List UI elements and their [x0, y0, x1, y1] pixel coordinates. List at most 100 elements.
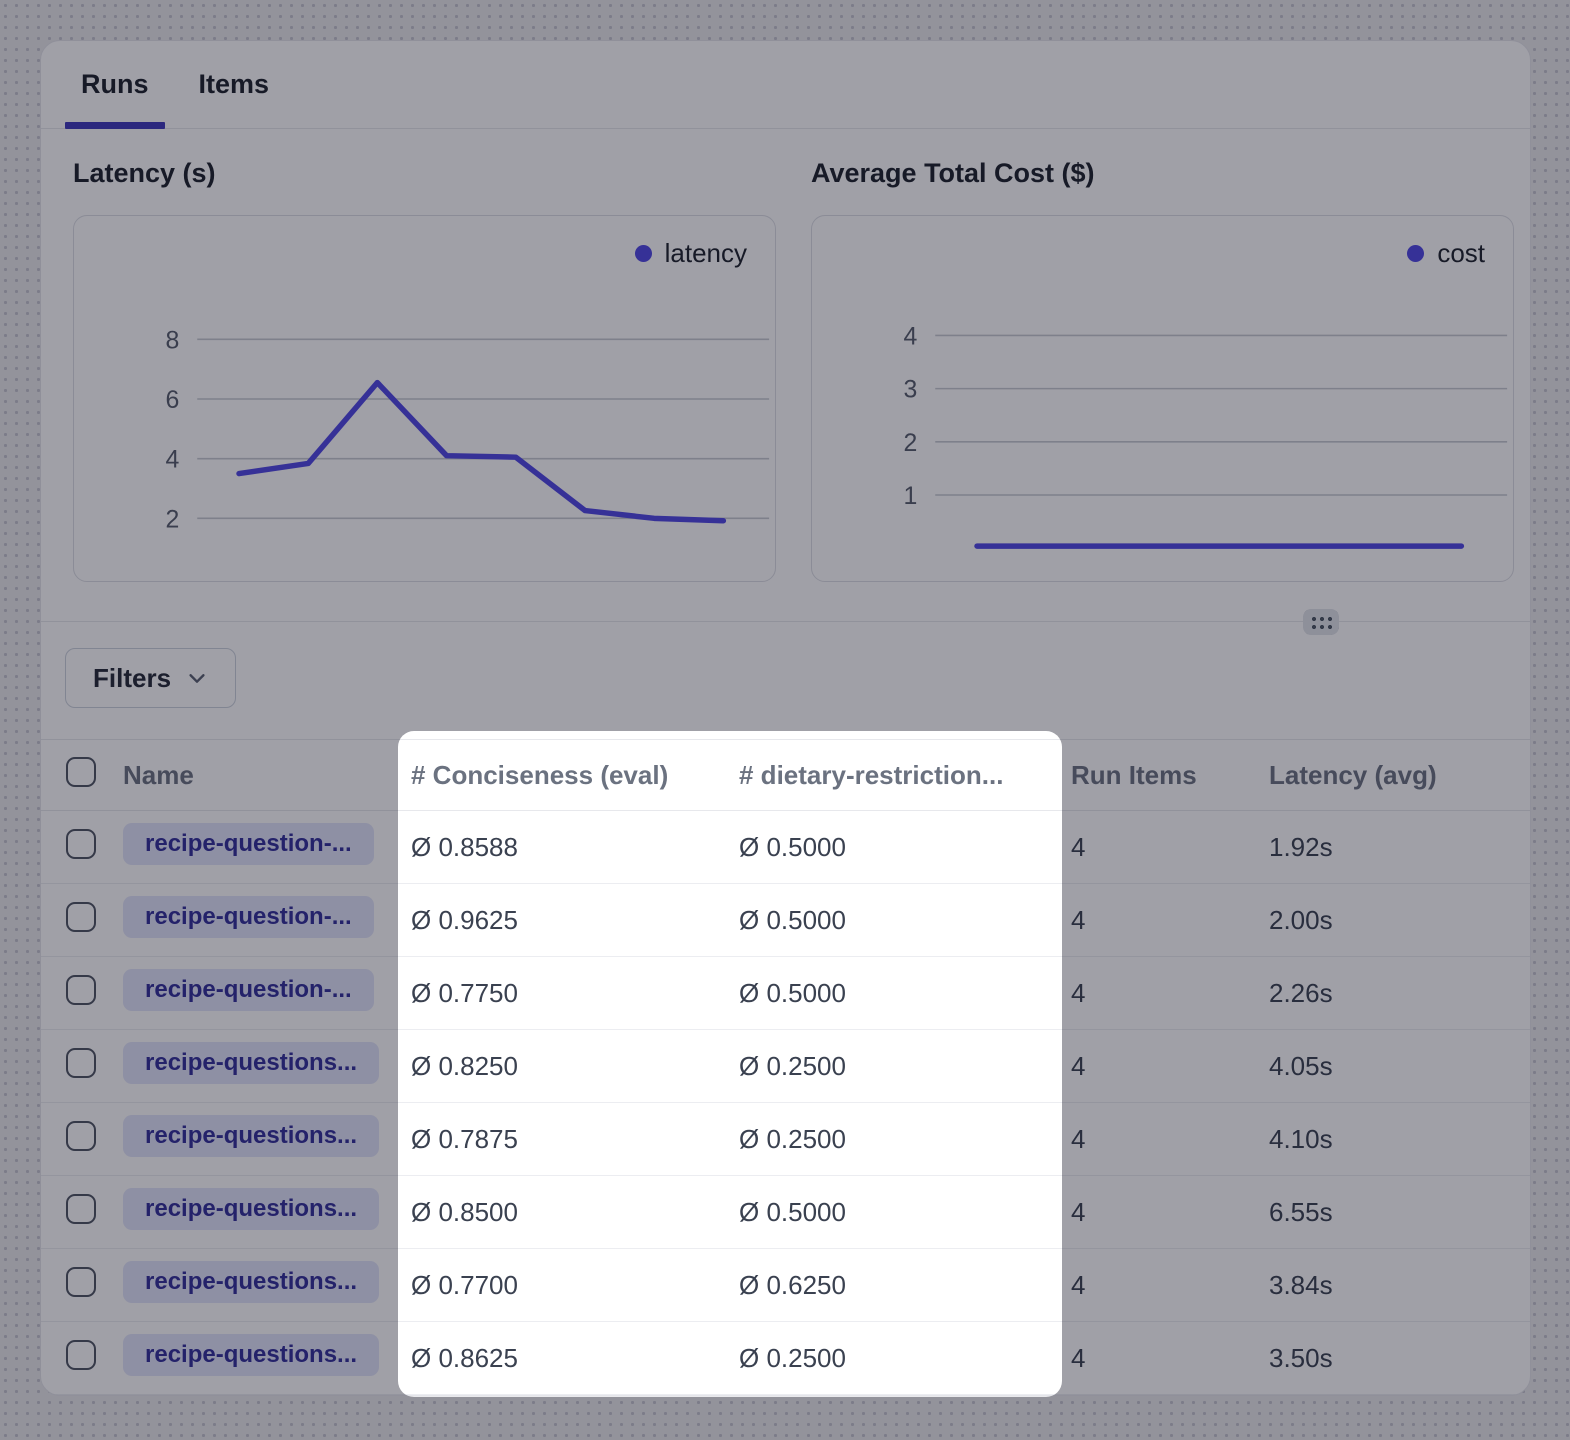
row-checkbox[interactable]: [66, 1267, 96, 1297]
latency-avg-value: 3.84s: [1269, 1270, 1530, 1301]
latency-avg-value: 6.55s: [1269, 1197, 1530, 1228]
cost-chart-block: Average Total Cost ($) 1 2 3 4 cost: [811, 129, 1514, 582]
svg-text:2: 2: [166, 505, 180, 533]
latency-chart-title: Latency (s): [73, 155, 776, 191]
svg-text:3: 3: [904, 376, 918, 404]
tab-items-label: Items: [199, 69, 270, 100]
dietary-restriction-value: Ø 0.5000: [739, 905, 1071, 936]
run-name-badge[interactable]: recipe-question-...: [123, 896, 374, 938]
table-row[interactable]: recipe-question-... Ø 0.8588Ø 0.500041.92…: [41, 811, 1530, 884]
conciseness-value: Ø 0.7750: [411, 978, 739, 1009]
table-row[interactable]: recipe-questions... Ø 0.7700Ø 0.625043.84…: [41, 1249, 1530, 1322]
active-tab-underline: [65, 122, 165, 129]
conciseness-value: Ø 0.9625: [411, 905, 739, 936]
row-checkbox[interactable]: [66, 902, 96, 932]
latency-avg-value: 4.10s: [1269, 1124, 1530, 1155]
svg-text:2: 2: [904, 429, 918, 457]
cost-chart-title: Average Total Cost ($): [811, 155, 1514, 191]
run-items-value: 4: [1071, 832, 1269, 863]
cost-chart: 1 2 3 4 cost: [811, 215, 1514, 582]
latency-legend: latency: [635, 238, 747, 269]
runs-panel: Runs Items Latency (s) 2 4 6 8 latency: [40, 40, 1531, 1396]
filters-button[interactable]: Filters: [65, 648, 236, 708]
table-row[interactable]: recipe-questions...Ø 0.8500Ø 0.500046.55…: [41, 1176, 1530, 1249]
row-checkbox[interactable]: [66, 1048, 96, 1078]
svg-text:4: 4: [904, 322, 918, 350]
dietary-restriction-value: Ø 0.2500: [739, 1343, 1071, 1374]
select-all-checkbox[interactable]: [66, 757, 96, 787]
conciseness-value: Ø 0.8250: [411, 1051, 739, 1082]
conciseness-value: Ø 0.8588: [411, 832, 739, 863]
filters-row: Filters: [41, 622, 1530, 708]
run-name-badge[interactable]: recipe-question-...: [123, 969, 374, 1011]
dietary-restriction-value: Ø 0.6250: [739, 1270, 1071, 1301]
conciseness-value: Ø 0.8500: [411, 1197, 739, 1228]
svg-text:6: 6: [166, 386, 180, 414]
run-items-value: 4: [1071, 1197, 1269, 1228]
run-name-badge[interactable]: recipe-questions...: [123, 1115, 379, 1157]
dietary-restriction-value: Ø 0.5000: [739, 832, 1071, 863]
runs-table: Name # Conciseness (eval) # dietary-rest…: [41, 739, 1530, 1395]
dietary-restriction-value: Ø 0.2500: [739, 1124, 1071, 1155]
run-name-badge[interactable]: recipe-questions...: [123, 1261, 379, 1303]
run-name-badge[interactable]: recipe-question-...: [123, 823, 374, 865]
latency-legend-label: latency: [665, 238, 747, 269]
column-header-conciseness: # Conciseness (eval): [411, 760, 739, 791]
charts-section: Latency (s) 2 4 6 8 latency Average Total C…: [41, 129, 1530, 621]
run-name-badge[interactable]: recipe-questions...: [123, 1042, 379, 1084]
run-items-value: 4: [1071, 978, 1269, 1009]
latency-avg-value: 4.05s: [1269, 1051, 1530, 1082]
latency-chart: 2 4 6 8 latency: [73, 215, 776, 582]
tab-bar: Runs Items: [41, 41, 1530, 129]
tab-runs[interactable]: Runs: [65, 41, 165, 128]
table-row[interactable]: recipe-question-... Ø 0.9625Ø 0.500042.00…: [41, 884, 1530, 957]
conciseness-value: Ø 0.8625: [411, 1343, 739, 1374]
charts-table-divider: [41, 621, 1530, 622]
cost-legend-dot: [1407, 245, 1424, 262]
row-checkbox[interactable]: [66, 975, 96, 1005]
table-row[interactable]: recipe-questions... Ø 0.8625Ø 0.250043.50…: [41, 1322, 1530, 1395]
table-row[interactable]: recipe-question-... Ø 0.7750Ø 0.500042.26…: [41, 957, 1530, 1030]
run-items-value: 4: [1071, 1051, 1269, 1082]
cost-legend-label: cost: [1437, 238, 1485, 269]
table-header-row: Name # Conciseness (eval) # dietary-rest…: [41, 739, 1530, 811]
cost-legend: cost: [1407, 238, 1485, 269]
dietary-restriction-value: Ø 0.2500: [739, 1051, 1071, 1082]
run-items-value: 4: [1071, 1343, 1269, 1374]
row-checkbox[interactable]: [66, 1194, 96, 1224]
run-items-value: 4: [1071, 905, 1269, 936]
row-checkbox[interactable]: [66, 829, 96, 859]
row-checkbox[interactable]: [66, 1121, 96, 1151]
latency-avg-value: 1.92s: [1269, 832, 1530, 863]
resize-drag-handle-icon[interactable]: [1303, 609, 1339, 635]
table-row[interactable]: recipe-questions... Ø 0.8250Ø 0.250044.05…: [41, 1030, 1530, 1103]
page-background: Runs Items Latency (s) 2 4 6 8 latency: [0, 0, 1570, 1440]
row-checkbox[interactable]: [66, 1340, 96, 1370]
run-items-value: 4: [1071, 1124, 1269, 1155]
latency-avg-value: 2.26s: [1269, 978, 1530, 1009]
table-row[interactable]: recipe-questions... Ø 0.7875Ø 0.250044.10…: [41, 1103, 1530, 1176]
tab-items[interactable]: Items: [183, 41, 286, 128]
latency-legend-dot: [635, 245, 652, 262]
table-body: recipe-question-...Ø 0.8588Ø 0.500041.92…: [41, 811, 1530, 1395]
filters-button-label: Filters: [93, 663, 171, 694]
column-header-name: Name: [123, 760, 411, 791]
latency-line-plot: 2 4 6 8: [74, 216, 775, 581]
latency-avg-value: 2.00s: [1269, 905, 1530, 936]
column-header-latency-avg: Latency (avg): [1269, 760, 1530, 791]
run-name-badge[interactable]: recipe-questions...: [123, 1188, 379, 1230]
chevron-down-icon: [186, 667, 208, 689]
latency-avg-value: 3.50s: [1269, 1343, 1530, 1374]
dietary-restriction-value: Ø 0.5000: [739, 978, 1071, 1009]
svg-text:8: 8: [166, 326, 180, 354]
conciseness-value: Ø 0.7700: [411, 1270, 739, 1301]
tab-runs-label: Runs: [81, 69, 149, 100]
column-header-dietary-restriction: # dietary-restriction...: [739, 760, 1071, 791]
run-name-badge[interactable]: recipe-questions...: [123, 1334, 379, 1376]
svg-text:1: 1: [904, 482, 918, 510]
column-header-run-items: Run Items: [1071, 760, 1269, 791]
cost-line-plot: 1 2 3 4: [812, 216, 1513, 581]
conciseness-value: Ø 0.7875: [411, 1124, 739, 1155]
svg-text:4: 4: [166, 446, 180, 474]
run-items-value: 4: [1071, 1270, 1269, 1301]
